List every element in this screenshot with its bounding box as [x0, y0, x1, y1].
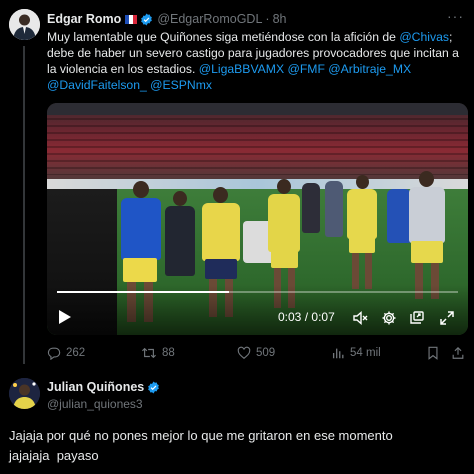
author-handle[interactable]: @EdgarRomoGDL: [157, 12, 262, 26]
retweet-button[interactable]: 88: [141, 344, 175, 362]
tweet-text: Jajaja por qué no pones mejor lo que me …: [9, 426, 465, 466]
mention-fmf[interactable]: @FMF: [287, 62, 324, 76]
france-flag-icon: [125, 14, 138, 24]
separator-dot: ·: [265, 12, 270, 26]
edgar-romo-avatar[interactable]: [9, 9, 40, 40]
views-count: 54 mil: [350, 347, 381, 359]
views-chart-icon: [332, 348, 344, 359]
play-icon[interactable]: [56, 308, 74, 326]
bookmark-button[interactable]: [427, 344, 444, 362]
mention-arbitraje-mx[interactable]: @Arbitraje_MX: [328, 62, 411, 76]
share-button[interactable]: [451, 344, 470, 362]
verified-badge-icon: [147, 381, 160, 394]
heart-icon: [237, 346, 251, 359]
tweet-edgar-romo[interactable]: Edgar Romo @EdgarRomoGDL · 8h ··· Muy la…: [0, 0, 474, 372]
mention-davidfaitelson[interactable]: @DavidFaitelson_: [47, 78, 147, 92]
video-progress-bar[interactable]: [57, 291, 458, 293]
video-time-separator: /: [304, 310, 309, 324]
author-handle[interactable]: @julian_quiones3: [47, 397, 143, 411]
tweet-text: Muy lamentable que Quiñones siga metiénd…: [47, 29, 469, 93]
thread-connector-line: [23, 46, 25, 364]
retweet-count: 88: [162, 347, 175, 359]
video-player[interactable]: 0:03 / 0:07: [47, 103, 468, 335]
tweet-text-line: jajajaja payaso: [9, 448, 99, 463]
tweet-header: Julian Quiñones: [47, 380, 160, 394]
mute-icon[interactable]: [352, 310, 368, 326]
tweet-text-part: Muy lamentable que Quiñones siga metiénd…: [47, 30, 400, 44]
mention-ligabbvamx[interactable]: @LigaBBVAMX: [199, 62, 284, 76]
author-name[interactable]: Julian Quiñones: [47, 380, 144, 394]
tweet-actions: 262 88 509 54 mil: [47, 344, 467, 362]
stadium-stands: [47, 103, 468, 183]
tweet-header: Edgar Romo @EdgarRomoGDL · 8h: [47, 10, 286, 28]
video-progress-fill: [57, 291, 230, 293]
like-button[interactable]: 509: [237, 344, 275, 362]
picture-in-picture-icon[interactable]: [409, 310, 425, 326]
video-current-time: 0:03: [278, 310, 302, 324]
video-time: 0:03 / 0:07: [278, 310, 335, 324]
share-icon: [452, 346, 464, 359]
reply-button[interactable]: 262: [47, 344, 85, 362]
reply-count: 262: [66, 347, 86, 359]
settings-gear-icon[interactable]: [381, 310, 397, 326]
tweet-julian-quinones[interactable]: Julian Quiñones @julian_quiones3 Jajaja …: [0, 372, 474, 474]
fullscreen-icon[interactable]: [439, 310, 455, 326]
author-name[interactable]: Edgar Romo: [47, 12, 121, 26]
like-count: 509: [256, 347, 276, 359]
tweet-timestamp[interactable]: 8h: [273, 12, 287, 26]
more-options-icon[interactable]: ···: [447, 8, 464, 24]
ad-board: [47, 179, 468, 189]
verified-badge-icon: [140, 13, 153, 26]
reply-icon: [47, 347, 61, 360]
retweet-icon: [142, 347, 156, 359]
video-duration: 0:07: [311, 310, 335, 324]
views-button[interactable]: 54 mil: [331, 344, 381, 362]
mention-chivas[interactable]: @Chivas: [399, 30, 449, 44]
tweet-text-line: Jajaja por qué no pones mejor lo que me …: [9, 428, 393, 443]
bookmark-icon: [428, 346, 438, 360]
julian-quinones-avatar[interactable]: [9, 378, 40, 409]
mention-espnmx[interactable]: @ESPNmx: [150, 78, 212, 92]
